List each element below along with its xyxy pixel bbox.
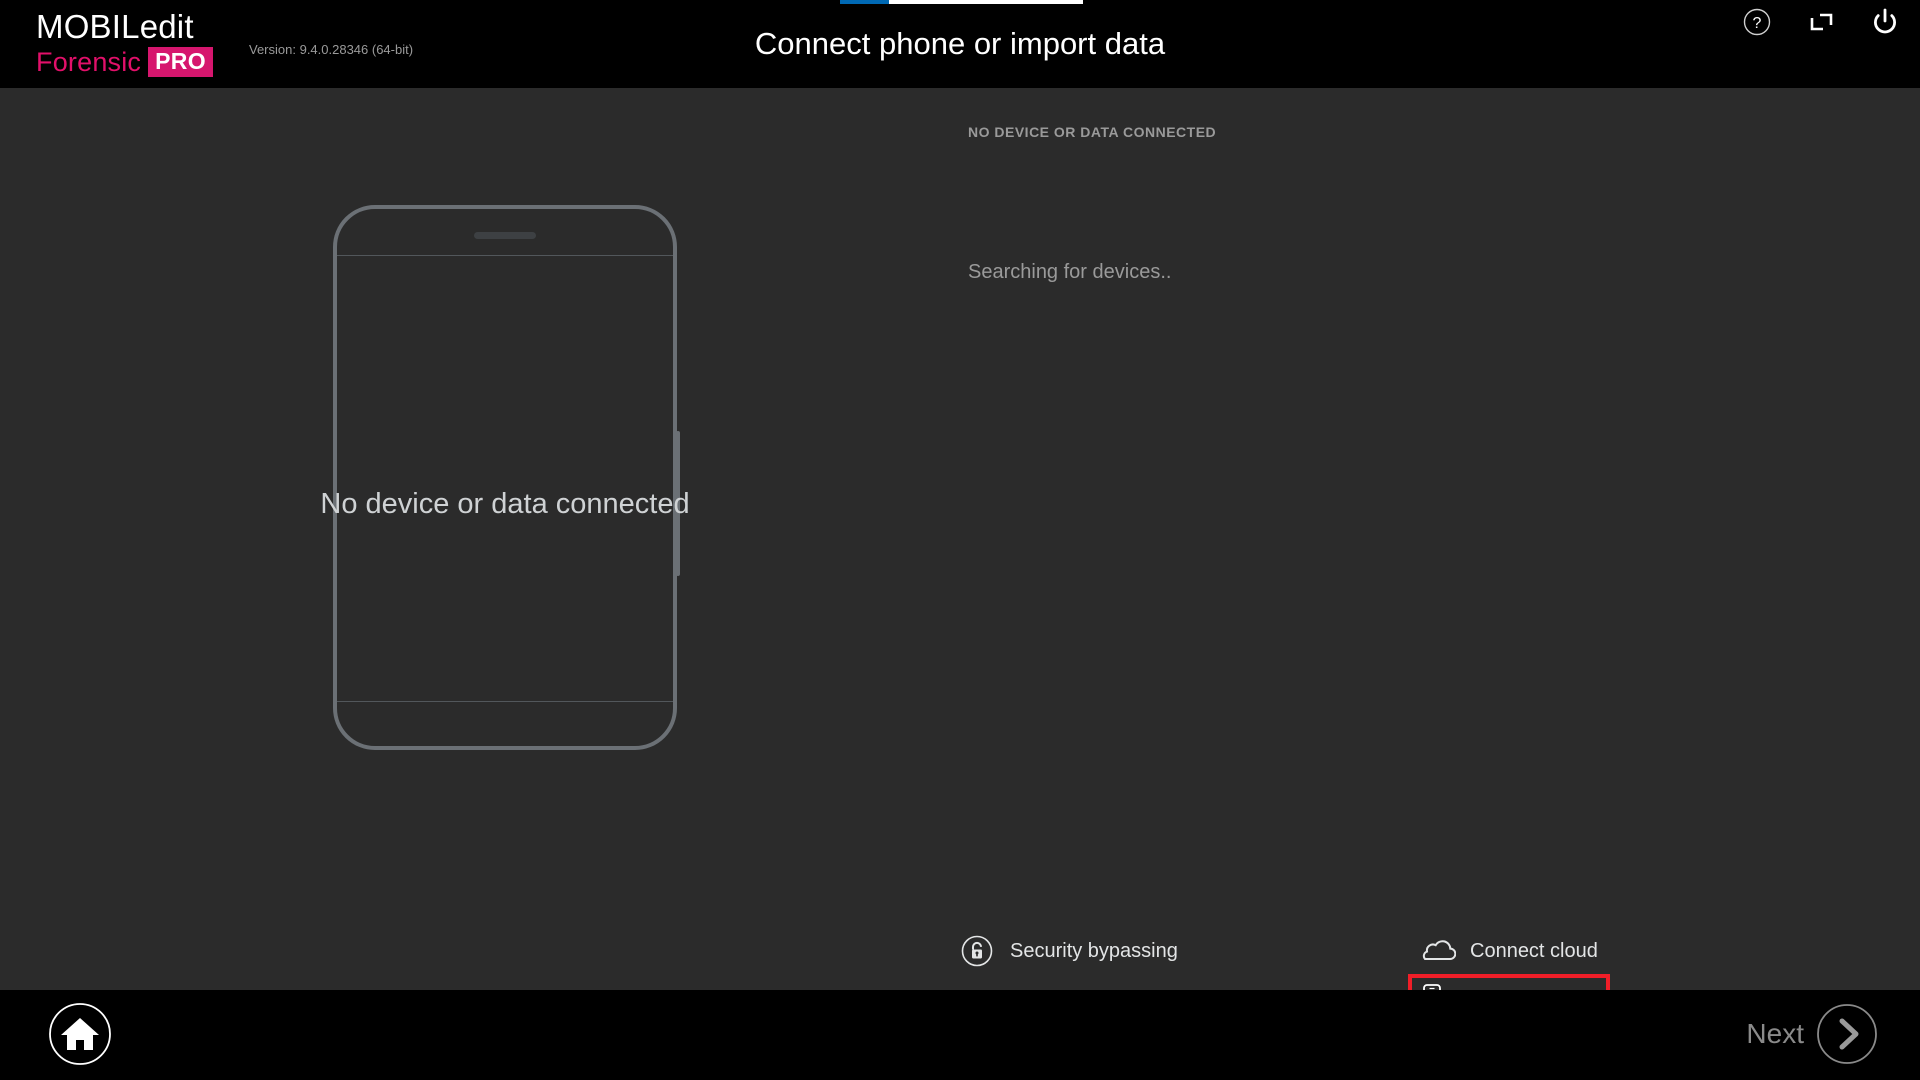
status-searching-text: Searching for devices.. bbox=[968, 261, 1172, 283]
minimize-icon[interactable] bbox=[1804, 5, 1838, 39]
status-label: NO DEVICE OR DATA CONNECTED bbox=[968, 124, 1217, 140]
main-content: No device or data connected NO DEVICE OR… bbox=[0, 88, 1920, 1067]
wizard-progress-bar bbox=[840, 0, 1083, 4]
wizard-progress-fill bbox=[840, 0, 889, 4]
page-title: Connect phone or import data bbox=[754, 26, 1166, 61]
action-security-bypassing[interactable]: Security bypassing bbox=[960, 926, 1182, 976]
home-icon bbox=[49, 1003, 111, 1065]
power-icon[interactable] bbox=[1868, 5, 1902, 39]
cloud-icon bbox=[1420, 933, 1466, 969]
app-header: MOBILedit Forensic PRO Version: 9.4.0.28… bbox=[0, 0, 1920, 88]
app-window: MOBILedit Forensic PRO Version: 9.4.0.28… bbox=[0, 0, 1920, 1080]
phone-illustration bbox=[333, 205, 680, 750]
help-icon[interactable]: ? bbox=[1740, 5, 1774, 39]
chevron-right-icon bbox=[1817, 1004, 1877, 1064]
bottom-bar: Next bbox=[0, 990, 1920, 1080]
phone-speaker bbox=[474, 232, 536, 239]
next-button[interactable]: Next bbox=[1746, 1003, 1878, 1065]
phone-screen-top-divider bbox=[337, 255, 673, 256]
next-label: Next bbox=[1746, 1018, 1804, 1049]
unlock-circle-icon bbox=[960, 933, 1006, 969]
header-icon-group: ? bbox=[1740, 5, 1902, 39]
action-label: Connect cloud bbox=[1470, 939, 1598, 962]
home-button[interactable] bbox=[48, 1002, 112, 1066]
action-label: Security bypassing bbox=[1010, 939, 1178, 962]
svg-text:?: ? bbox=[1753, 15, 1762, 32]
phone-screen-bottom-divider bbox=[337, 701, 673, 702]
action-connect-cloud[interactable]: Connect cloud bbox=[1420, 926, 1608, 976]
phone-caption: No device or data connected bbox=[320, 488, 690, 520]
